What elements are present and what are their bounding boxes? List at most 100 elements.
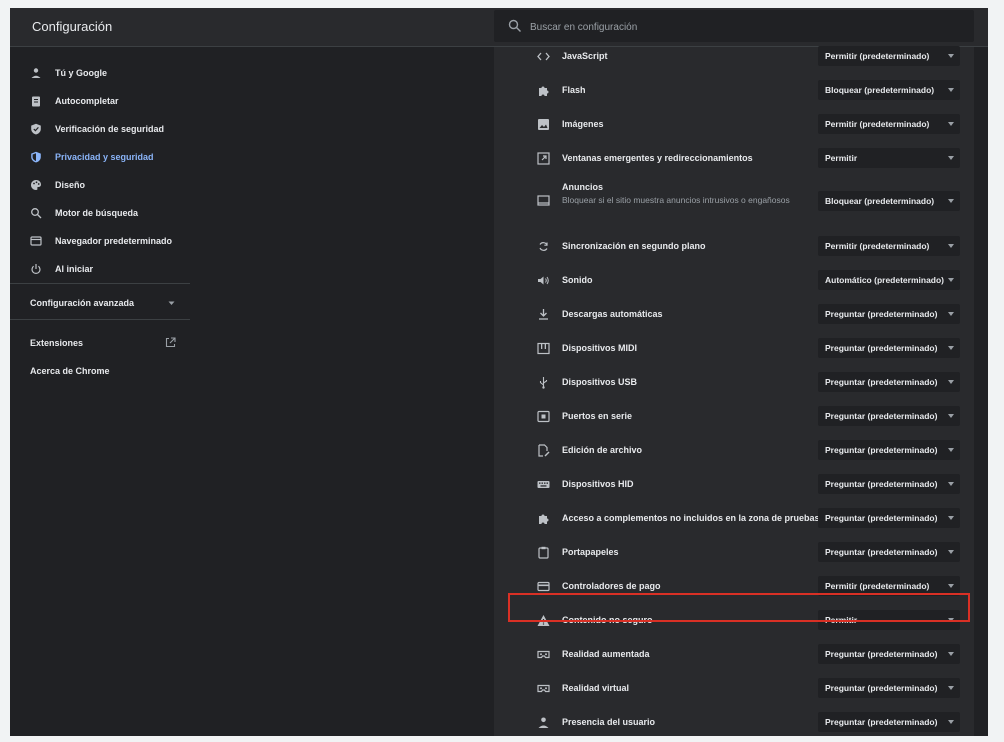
- sidebar-item-default-browser[interactable]: Navegador predeterminado: [10, 228, 190, 254]
- setting-dropdown[interactable]: Bloquear (predeterminado): [818, 191, 960, 211]
- setting-dropdown[interactable]: Preguntar (predeterminado): [818, 644, 960, 664]
- dropdown-value: Permitir (predeterminado): [825, 241, 930, 251]
- setting-row-serial-ports: Puertos en serie Preguntar (predetermina…: [494, 399, 974, 433]
- setting-dropdown[interactable]: Preguntar (predeterminado): [818, 542, 960, 562]
- dropdown-value: Permitir (predeterminado): [825, 581, 930, 591]
- setting-dropdown[interactable]: Preguntar (predeterminado): [818, 372, 960, 392]
- setting-dropdown[interactable]: Preguntar (predeterminado): [818, 304, 960, 324]
- setting-label: Presencia del usuario: [562, 717, 656, 727]
- chevron-down-icon: [948, 584, 954, 588]
- setting-dropdown[interactable]: Preguntar (predeterminado): [818, 406, 960, 426]
- sidebar-item-extensions[interactable]: Extensiones: [10, 330, 190, 356]
- search-box[interactable]: [494, 10, 974, 42]
- usb-icon: [539, 377, 548, 389]
- chevron-down-icon: [168, 301, 175, 305]
- chevron-down-icon: [948, 122, 954, 126]
- chevron-down-icon: [948, 448, 954, 452]
- setting-dropdown[interactable]: Automático (predeterminado): [818, 270, 960, 290]
- sidebar-item-search-engine[interactable]: Motor de búsqueda: [10, 200, 190, 226]
- setting-label: Flash: [562, 85, 586, 95]
- sidebar-item-autofill[interactable]: Autocompletar: [10, 88, 190, 114]
- setting-label: Acceso a complementos no incluidos en la…: [562, 513, 820, 523]
- sidebar-item-label: Verificación de seguridad: [55, 124, 165, 134]
- sidebar-item-privacy[interactable]: Privacidad y seguridad: [10, 144, 190, 170]
- sidebar-item-label: Al iniciar: [55, 264, 94, 274]
- chevron-down-icon: [948, 156, 954, 160]
- sidebar-item-label: Tú y Google: [55, 68, 108, 78]
- person-icon: [31, 68, 41, 78]
- setting-row-virtual-reality: Realidad virtual Preguntar (predetermina…: [494, 671, 974, 705]
- image-icon: [538, 119, 549, 130]
- setting-dropdown[interactable]: Preguntar (predeterminado): [818, 474, 960, 494]
- setting-label: Sincronización en segundo plano: [562, 241, 706, 251]
- clipboard-icon: [32, 96, 40, 107]
- sidebar-item-label: Acerca de Chrome: [30, 366, 110, 376]
- setting-dropdown[interactable]: Preguntar (predeterminado): [818, 678, 960, 698]
- popup-icon: [537, 152, 550, 165]
- setting-label: Dispositivos HID: [562, 479, 634, 489]
- setting-row-flash: Flash Bloquear (predeterminado): [494, 73, 974, 107]
- setting-dropdown[interactable]: Permitir (predeterminado): [818, 114, 960, 134]
- dropdown-value: Preguntar (predeterminado): [825, 649, 938, 659]
- setting-row-javascript: JavaScript Permitir (predeterminado): [494, 39, 974, 73]
- setting-label: Portapapeles: [562, 547, 619, 557]
- dropdown-value: Preguntar (predeterminado): [825, 717, 938, 727]
- setting-row-usb: Dispositivos USB Preguntar (predetermina…: [494, 365, 974, 399]
- setting-row-file-editing: Edición de archivo Preguntar (predetermi…: [494, 433, 974, 467]
- file-edit-icon: [538, 444, 550, 457]
- setting-row-background-sync: Sincronización en segundo plano Permitir…: [494, 229, 974, 263]
- speaker-icon: [538, 276, 549, 285]
- credit-card-icon: [537, 581, 550, 592]
- setting-label: Anuncios: [562, 182, 604, 192]
- dropdown-value: Preguntar (predeterminado): [825, 445, 938, 455]
- sidebar-item-appearance[interactable]: Diseño: [10, 172, 190, 198]
- site-settings-panel: JavaScript Permitir (predeterminado) Fla…: [494, 46, 974, 736]
- person-icon: [538, 717, 549, 728]
- power-icon: [31, 264, 41, 274]
- vr-headset-icon: [537, 650, 550, 659]
- dropdown-value: Preguntar (predeterminado): [825, 309, 938, 319]
- chevron-down-icon: [948, 380, 954, 384]
- sidebar-item-safety-check[interactable]: Verificación de seguridad: [10, 116, 190, 142]
- setting-dropdown[interactable]: Permitir (predeterminado): [818, 236, 960, 256]
- setting-dropdown[interactable]: Preguntar (predeterminado): [818, 508, 960, 528]
- setting-dropdown[interactable]: Preguntar (predeterminado): [818, 712, 960, 732]
- setting-dropdown[interactable]: Permitir (predeterminado): [818, 46, 960, 66]
- dropdown-value: Automático (predeterminado): [825, 275, 945, 285]
- sidebar-item-you-and-google[interactable]: Tú y Google: [10, 60, 190, 86]
- search-icon: [31, 208, 42, 219]
- search-input[interactable]: [528, 17, 952, 37]
- chevron-down-icon: [948, 346, 954, 350]
- sidebar-item-on-startup[interactable]: Al iniciar: [10, 256, 190, 282]
- chevron-down-icon: [948, 244, 954, 248]
- external-link-icon: [165, 337, 176, 348]
- chevron-down-icon: [948, 199, 954, 203]
- setting-label: Realidad aumentada: [562, 649, 650, 659]
- sidebar-item-about-chrome[interactable]: Acerca de Chrome: [10, 358, 190, 384]
- chevron-down-icon: [948, 550, 954, 554]
- sidebar-item-label: Motor de búsqueda: [55, 208, 138, 218]
- keyboard-icon: [537, 481, 550, 488]
- setting-dropdown[interactable]: Bloquear (predeterminado): [818, 80, 960, 100]
- browser-icon: [30, 236, 42, 246]
- dropdown-value: Preguntar (predeterminado): [825, 377, 938, 387]
- setting-row-hid: Dispositivos HID Preguntar (predetermina…: [494, 467, 974, 501]
- chevron-down-icon: [948, 312, 954, 316]
- sidebar: Tú y Google Autocompletar Verificación d…: [10, 47, 190, 736]
- sidebar-item-advanced[interactable]: Configuración avanzada: [10, 290, 190, 316]
- setting-dropdown[interactable]: Preguntar (predeterminado): [818, 440, 960, 460]
- dropdown-value: Permitir (predeterminado): [825, 51, 930, 61]
- dropdown-value: Preguntar (predeterminado): [825, 411, 938, 421]
- setting-dropdown[interactable]: Permitir: [818, 148, 960, 168]
- ads-icon: [537, 195, 550, 206]
- sidebar-item-label: Navegador predeterminado: [55, 236, 173, 246]
- setting-row-user-presence: Presencia del usuario Preguntar (predete…: [494, 705, 974, 736]
- sidebar-item-label: Configuración avanzada: [30, 298, 135, 308]
- sidebar-item-label: Extensiones: [30, 338, 84, 348]
- serial-port-icon: [537, 410, 550, 423]
- setting-dropdown[interactable]: Preguntar (predeterminado): [818, 338, 960, 358]
- puzzle-icon: [539, 514, 549, 524]
- sidebar-item-label: Autocompletar: [55, 96, 119, 106]
- chevron-down-icon: [948, 278, 954, 282]
- search-icon: [508, 19, 521, 32]
